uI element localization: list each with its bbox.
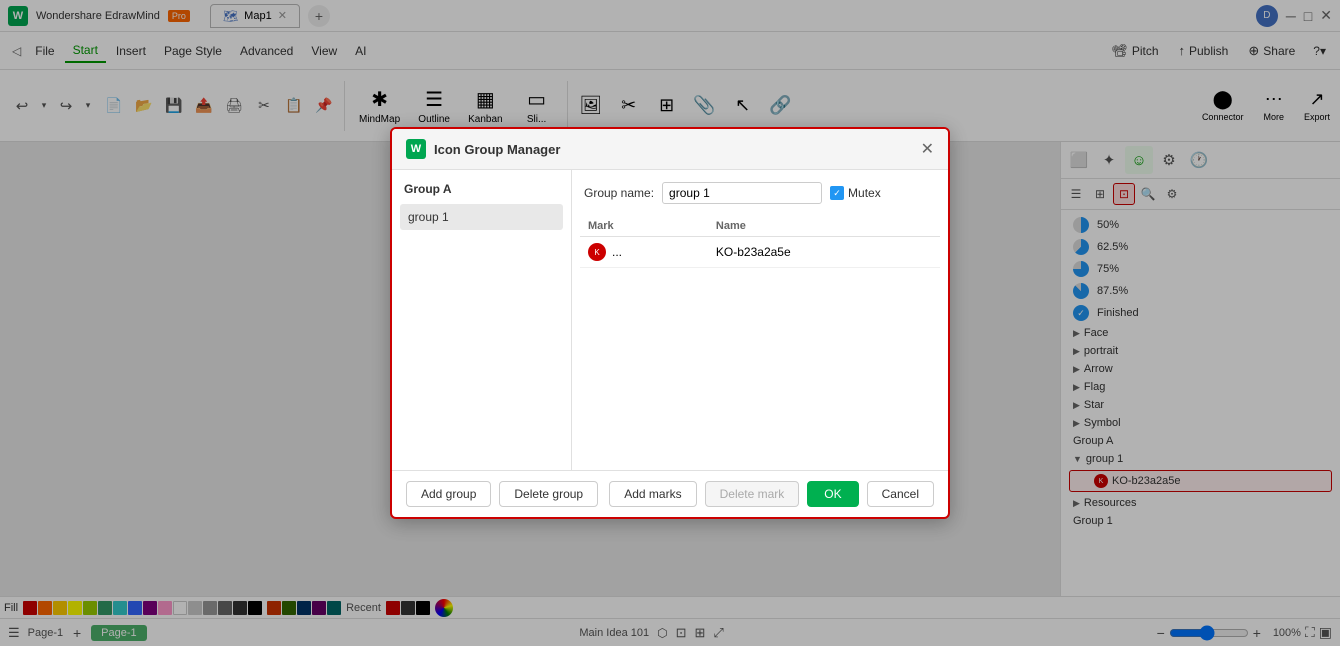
modal-group-header: Group A bbox=[400, 178, 563, 204]
modal-right-header: Group name: ✓ Mutex bbox=[580, 178, 940, 216]
modal-footer: Add group Delete group Add marks Delete … bbox=[392, 470, 948, 517]
mutex-checkbox[interactable]: ✓ Mutex bbox=[830, 186, 881, 200]
modal-footer-left: Add group Delete group bbox=[406, 481, 598, 507]
modal-footer-right: Add marks Delete mark OK Cancel bbox=[609, 481, 934, 507]
table-row[interactable]: K ... KO-b23a2a5e bbox=[580, 237, 940, 268]
table-header-name: Name bbox=[708, 216, 940, 237]
modal-header: W Icon Group Manager ✕ bbox=[392, 129, 948, 170]
mutex-label: Mutex bbox=[848, 186, 881, 200]
modal: W Icon Group Manager ✕ Group A group 1 G… bbox=[390, 127, 950, 519]
delete-mark-button[interactable]: Delete mark bbox=[705, 481, 800, 507]
delete-group-button[interactable]: Delete group bbox=[499, 481, 598, 507]
modal-app-icon: W bbox=[406, 139, 426, 159]
modal-right-pane: Group name: ✓ Mutex Mark Name bbox=[572, 170, 948, 470]
modal-group-item[interactable]: group 1 bbox=[400, 204, 563, 230]
group-name-label: Group name: bbox=[584, 186, 654, 200]
table-cell-name: KO-b23a2a5e bbox=[708, 237, 940, 268]
mark-dots: ... bbox=[612, 245, 622, 259]
ok-button[interactable]: OK bbox=[807, 481, 858, 507]
add-marks-button[interactable]: Add marks bbox=[609, 481, 696, 507]
modal-title: Icon Group Manager bbox=[434, 142, 913, 157]
marks-table: Mark Name K ... KO-b23a2 bbox=[580, 216, 940, 268]
cancel-button[interactable]: Cancel bbox=[867, 481, 934, 507]
add-group-button[interactable]: Add group bbox=[406, 481, 491, 507]
modal-close-icon[interactable]: ✕ bbox=[921, 139, 934, 159]
mutex-check-icon: ✓ bbox=[830, 186, 844, 200]
table-header-mark: Mark bbox=[580, 216, 708, 237]
mark-circle-icon: K bbox=[588, 243, 606, 261]
modal-left-pane: Group A group 1 bbox=[392, 170, 572, 470]
modal-body: Group A group 1 Group name: ✓ Mutex bbox=[392, 170, 948, 470]
table-cell-mark: K ... bbox=[580, 237, 708, 268]
modal-overlay: W Icon Group Manager ✕ Group A group 1 G… bbox=[0, 0, 1340, 646]
group-name-input[interactable] bbox=[662, 182, 822, 204]
